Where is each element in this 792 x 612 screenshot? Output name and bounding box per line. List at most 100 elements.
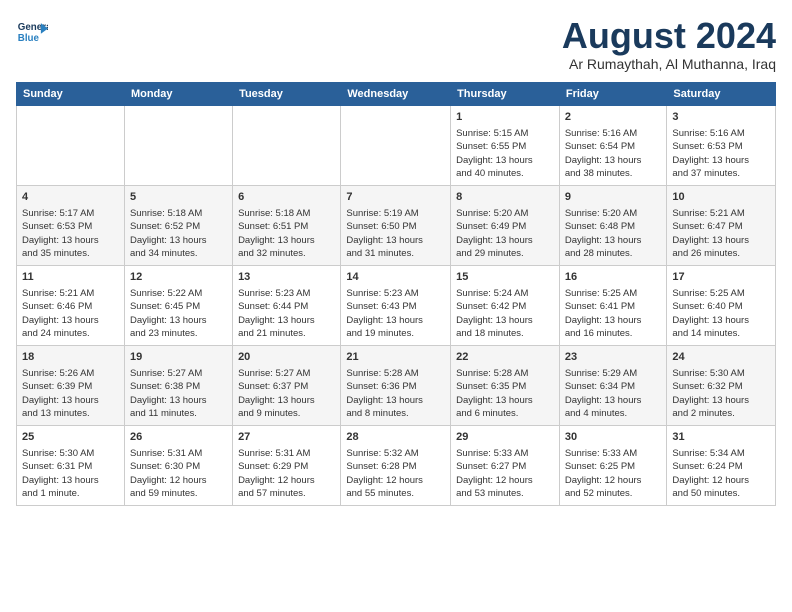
cell-content: Sunrise: 5:29 AM [565,367,662,380]
day-number: 8 [456,190,554,205]
logo-icon: General Blue [16,16,48,48]
cell-content: and 59 minutes. [130,487,227,500]
week-row-4: 18Sunrise: 5:26 AMSunset: 6:39 PMDayligh… [17,345,776,425]
cell-content: Sunrise: 5:26 AM [22,367,119,380]
cell-content: Sunrise: 5:20 AM [565,207,662,220]
day-header-monday: Monday [124,82,232,105]
cell-content: Sunrise: 5:20 AM [456,207,554,220]
cell-content: Sunset: 6:25 PM [565,460,662,473]
cell-content: and 2 minutes. [672,407,770,420]
cell-content: and 23 minutes. [130,327,227,340]
cell-content: Daylight: 12 hours [672,474,770,487]
calendar-cell: 21Sunrise: 5:28 AMSunset: 6:36 PMDayligh… [341,345,451,425]
cell-content: Sunset: 6:32 PM [672,380,770,393]
calendar-cell: 16Sunrise: 5:25 AMSunset: 6:41 PMDayligh… [559,265,667,345]
day-number: 16 [565,270,662,285]
cell-content: and 50 minutes. [672,487,770,500]
cell-content: and 14 minutes. [672,327,770,340]
cell-content: Sunset: 6:38 PM [130,380,227,393]
cell-content: and 6 minutes. [456,407,554,420]
day-number: 20 [238,350,335,365]
cell-content: Daylight: 13 hours [672,394,770,407]
cell-content: and 38 minutes. [565,167,662,180]
cell-content: Daylight: 13 hours [565,154,662,167]
calendar-cell: 17Sunrise: 5:25 AMSunset: 6:40 PMDayligh… [667,265,776,345]
cell-content: Sunrise: 5:23 AM [238,287,335,300]
cell-content: Daylight: 13 hours [565,314,662,327]
cell-content: Daylight: 13 hours [456,154,554,167]
day-number: 2 [565,110,662,125]
cell-content: Sunset: 6:28 PM [346,460,445,473]
cell-content: Sunrise: 5:17 AM [22,207,119,220]
cell-content: Sunrise: 5:28 AM [346,367,445,380]
calendar-cell: 10Sunrise: 5:21 AMSunset: 6:47 PMDayligh… [667,185,776,265]
calendar-cell: 15Sunrise: 5:24 AMSunset: 6:42 PMDayligh… [451,265,560,345]
cell-content: Daylight: 12 hours [565,474,662,487]
cell-content: and 53 minutes. [456,487,554,500]
day-number: 26 [130,430,227,445]
calendar-cell: 28Sunrise: 5:32 AMSunset: 6:28 PMDayligh… [341,425,451,505]
cell-content: Daylight: 13 hours [22,394,119,407]
calendar-cell: 25Sunrise: 5:30 AMSunset: 6:31 PMDayligh… [17,425,125,505]
cell-content: Sunrise: 5:18 AM [238,207,335,220]
cell-content: Daylight: 12 hours [346,474,445,487]
title-section: August 2024 Ar Rumaythah, Al Muthanna, I… [562,16,776,72]
cell-content: Sunset: 6:44 PM [238,300,335,313]
calendar-cell: 22Sunrise: 5:28 AMSunset: 6:35 PMDayligh… [451,345,560,425]
cell-content: Daylight: 13 hours [565,234,662,247]
day-header-tuesday: Tuesday [233,82,341,105]
day-number: 14 [346,270,445,285]
day-number: 11 [22,270,119,285]
calendar-cell [341,105,451,185]
cell-content: and 9 minutes. [238,407,335,420]
cell-content: Daylight: 13 hours [346,314,445,327]
cell-content: and 57 minutes. [238,487,335,500]
cell-content: and 24 minutes. [22,327,119,340]
calendar-cell: 18Sunrise: 5:26 AMSunset: 6:39 PMDayligh… [17,345,125,425]
cell-content: Sunrise: 5:30 AM [22,447,119,460]
day-header-saturday: Saturday [667,82,776,105]
cell-content: Sunset: 6:40 PM [672,300,770,313]
cell-content: Sunset: 6:55 PM [456,140,554,153]
cell-content: Daylight: 13 hours [130,234,227,247]
calendar-cell: 9Sunrise: 5:20 AMSunset: 6:48 PMDaylight… [559,185,667,265]
cell-content: Sunrise: 5:31 AM [238,447,335,460]
day-header-thursday: Thursday [451,82,560,105]
calendar-cell: 1 Sunrise: 5:15 AMSunset: 6:55 PMDaylight… [451,105,560,185]
cell-content: Sunrise: 5:18 AM [130,207,227,220]
cell-content: and 18 minutes. [456,327,554,340]
cell-content: and 19 minutes. [346,327,445,340]
cell-content: Sunrise: 5:16 AM [672,127,770,140]
day-number: 7 [346,190,445,205]
day-header-sunday: Sunday [17,82,125,105]
cell-content: and 31 minutes. [346,247,445,260]
cell-content: and 26 minutes. [672,247,770,260]
day-number: 1 [456,110,554,125]
cell-content: and 35 minutes. [22,247,119,260]
cell-content: Sunrise: 5:15 AM [456,127,554,140]
cell-content: Sunset: 6:50 PM [346,220,445,233]
cell-content: Daylight: 13 hours [456,234,554,247]
calendar-cell: 19Sunrise: 5:27 AMSunset: 6:38 PMDayligh… [124,345,232,425]
cell-content: Sunset: 6:48 PM [565,220,662,233]
day-number: 21 [346,350,445,365]
day-header-friday: Friday [559,82,667,105]
cell-content: Sunrise: 5:32 AM [346,447,445,460]
header-row: SundayMondayTuesdayWednesdayThursdayFrid… [17,82,776,105]
calendar-cell: 20Sunrise: 5:27 AMSunset: 6:37 PMDayligh… [233,345,341,425]
cell-content: Daylight: 13 hours [22,474,119,487]
cell-content: Sunset: 6:43 PM [346,300,445,313]
day-number: 3 [672,110,770,125]
cell-content: Sunset: 6:53 PM [672,140,770,153]
day-number: 19 [130,350,227,365]
day-number: 25 [22,430,119,445]
cell-content: and 55 minutes. [346,487,445,500]
calendar-cell: 27Sunrise: 5:31 AMSunset: 6:29 PMDayligh… [233,425,341,505]
day-number: 5 [130,190,227,205]
cell-content: Sunrise: 5:16 AM [565,127,662,140]
cell-content: Sunrise: 5:31 AM [130,447,227,460]
calendar-cell: 12Sunrise: 5:22 AMSunset: 6:45 PMDayligh… [124,265,232,345]
day-number: 6 [238,190,335,205]
cell-content: Daylight: 13 hours [672,154,770,167]
cell-content: Sunset: 6:47 PM [672,220,770,233]
